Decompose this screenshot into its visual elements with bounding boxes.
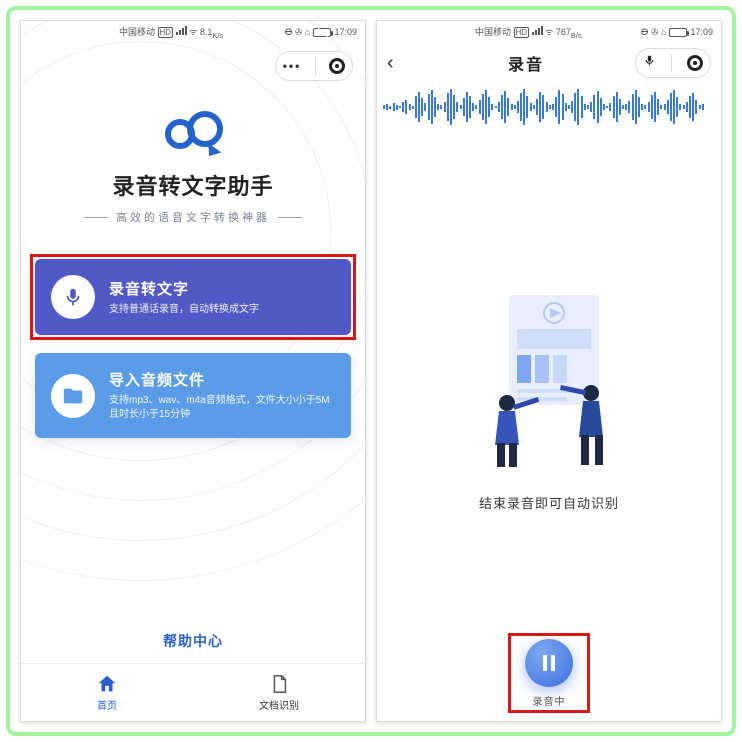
battery-icon xyxy=(313,28,331,37)
pause-icon xyxy=(543,655,555,671)
folder-icon xyxy=(51,374,95,418)
card-title: 导入音频文件 xyxy=(109,369,335,390)
help-center-link[interactable]: 帮助中心 xyxy=(21,631,365,663)
phone-right-recording: 中国移动 HD ᯤ 767B/s ⴱ ✇ ⌂ 17:09 ‹ 录音 xyxy=(376,20,722,722)
status-bar: 中国移动 HD ᯤ 8.1K/s ⴱ ✇ ⌂ 17:09 xyxy=(21,21,365,43)
pause-recording-button[interactable] xyxy=(525,639,573,687)
signal-icon xyxy=(176,26,187,35)
recording-bar: 录音中 xyxy=(377,635,721,721)
import-audio-card[interactable]: 导入音频文件 支持mp3、wav、m4a音频格式，文件大小小于5M且时长小于15… xyxy=(35,353,351,438)
illustration-caption: 结束录音即可自动识别 xyxy=(479,493,619,512)
back-button[interactable]: ‹ xyxy=(387,52,417,75)
audio-waveform xyxy=(377,83,721,131)
tab-home[interactable]: 首页 xyxy=(21,664,193,721)
phone-left-home: 中国移动 HD ᯤ 8.1K/s ⴱ ✇ ⌂ 17:09 ••• 录音转文字助手 xyxy=(20,20,366,722)
card-desc: 支持mp3、wav、m4a音频格式，文件大小小于5M且时长小于15分钟 xyxy=(109,394,335,422)
carrier-label: 中国移动 HD ᯤ 8.1K/s xyxy=(29,25,281,40)
home-icon xyxy=(96,673,118,695)
card-desc: 支持普通话录音，自动转换成文字 xyxy=(109,303,259,317)
bottom-tab-bar: 首页 文档识别 xyxy=(21,663,365,721)
miniprogram-capsule[interactable] xyxy=(635,48,711,78)
app-logo xyxy=(163,111,223,159)
app-title: 录音转文字助手 xyxy=(21,169,365,201)
record-to-text-card[interactable]: 录音转文字 支持普通话录音，自动转换成文字 xyxy=(35,259,351,335)
close-target-icon[interactable] xyxy=(687,55,703,71)
card-title: 录音转文字 xyxy=(109,278,259,299)
miniprogram-capsule[interactable]: ••• xyxy=(275,51,353,81)
recording-status-label: 录音中 xyxy=(533,693,566,708)
tab-doc-scan[interactable]: 文档识别 xyxy=(193,664,365,721)
microphone-icon[interactable] xyxy=(643,54,656,72)
close-target-icon[interactable] xyxy=(329,58,345,74)
page-header: ‹ 录音 xyxy=(377,43,721,83)
microphone-icon xyxy=(51,275,95,319)
more-icon[interactable]: ••• xyxy=(283,59,302,73)
illustration: 结束录音即可自动识别 xyxy=(377,131,721,635)
page-title: 录音 xyxy=(423,51,629,75)
status-bar: 中国移动 HD ᯤ 767B/s ⴱ ✇ ⌂ 17:09 xyxy=(377,21,721,43)
app-subtitle: 高效的语音文字转换神器 xyxy=(21,209,365,225)
document-icon xyxy=(268,673,290,695)
